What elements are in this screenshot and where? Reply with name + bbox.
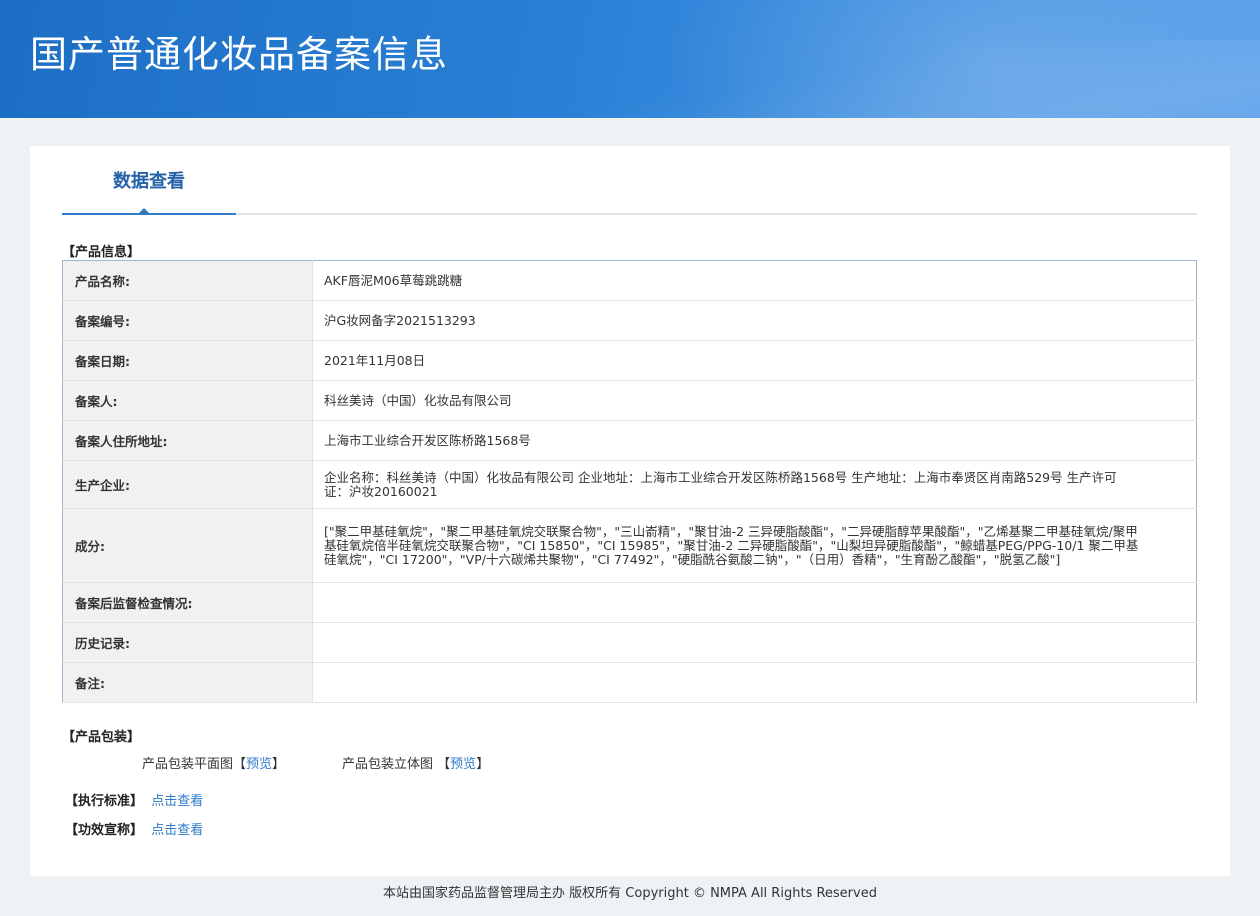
preview-flat-link[interactable]: 预览: [246, 757, 272, 772]
table-row: 备案编号: 沪G妆网备字2021513293: [62, 300, 1197, 341]
efficacy-link[interactable]: 点击查看: [151, 823, 203, 838]
section-title-packaging: 【产品包装】: [62, 730, 141, 745]
bracket-open: 【: [437, 757, 451, 772]
table-row: 备注:: [62, 662, 1197, 703]
row-value: 企业名称：科丝美诗（中国）化妆品有限公司 企业地址：上海市工业综合开发区陈桥路1…: [312, 460, 1197, 509]
table-row: 备案人: 科丝美诗（中国）化妆品有限公司: [62, 380, 1197, 421]
tab-data-view[interactable]: 数据查看: [62, 146, 236, 215]
section-title-product-info: 【产品信息】: [62, 245, 141, 260]
table-row: 成分: ["聚二甲基硅氧烷"，"聚二甲基硅氧烷交联聚合物"，"三山嵛精"，"聚甘…: [62, 508, 1197, 583]
table-row: 备案后监督检查情况:: [62, 582, 1197, 623]
row-label: 备案编号:: [62, 300, 313, 341]
row-value: 2021年11月08日: [312, 340, 1197, 381]
table-row: 备案人住所地址: 上海市工业综合开发区陈桥路1568号: [62, 420, 1197, 461]
row-label: 生产企业:: [62, 460, 313, 509]
row-value: [312, 662, 1197, 703]
packaging-flat-label: 产品包装平面图: [142, 757, 234, 772]
row-label: 成分:: [62, 508, 313, 583]
row-value: 科丝美诗（中国）化妆品有限公司: [312, 380, 1197, 421]
bracket-close: 】: [476, 757, 490, 772]
page-title: 国产普通化妆品备案信息: [30, 33, 448, 76]
efficacy-label: 【功效宣称】: [65, 823, 144, 838]
row-label: 备案后监督检查情况:: [62, 582, 313, 623]
row-value: 沪G妆网备字2021513293: [312, 300, 1197, 341]
footer-copyright: 本站由国家药品监督管理局主办 版权所有 Copyright © NMPA All…: [383, 886, 877, 901]
header-banner: 国产普通化妆品备案信息: [0, 0, 1260, 118]
row-label: 备注:: [62, 662, 313, 703]
bracket-open: 【: [233, 757, 247, 772]
row-label: 备案人:: [62, 380, 313, 421]
product-info-table: 产品名称: AKF唇泥M06草莓跳跳糖 备案编号: 沪G妆网备字20215132…: [62, 260, 1197, 703]
row-value: ["聚二甲基硅氧烷"，"聚二甲基硅氧烷交联聚合物"，"三山嵛精"，"聚甘油-2 …: [312, 508, 1197, 583]
row-label: 产品名称:: [62, 260, 313, 301]
row-label: 备案日期:: [62, 340, 313, 381]
table-row: 备案日期: 2021年11月08日: [62, 340, 1197, 381]
packaging-flat: 产品包装平面图【预览】: [142, 753, 285, 772]
row-value: [312, 582, 1197, 623]
efficacy-row: 【功效宣称】 点击查看: [65, 819, 203, 838]
standard-row: 【执行标准】 点击查看: [65, 790, 203, 809]
row-label: 备案人住所地址:: [62, 420, 313, 461]
row-label: 历史记录:: [62, 622, 313, 663]
table-row: 产品名称: AKF唇泥M06草莓跳跳糖: [62, 260, 1197, 301]
banner-decoration-wave: [380, 40, 1260, 118]
packaging-stereo: 产品包装立体图 【预览】: [342, 753, 489, 772]
packaging-stereo-label: 产品包装立体图: [342, 757, 434, 772]
tab-active-caret-icon: [138, 208, 150, 214]
row-value: AKF唇泥M06草莓跳跳糖: [312, 260, 1197, 301]
table-row: 历史记录:: [62, 622, 1197, 663]
row-value: 上海市工业综合开发区陈桥路1568号: [312, 420, 1197, 461]
tab-bar: 数据查看: [62, 146, 1197, 215]
preview-stereo-link[interactable]: 预览: [450, 757, 476, 772]
bracket-close: 】: [272, 757, 286, 772]
tab-label: 数据查看: [113, 170, 185, 192]
table-row: 生产企业: 企业名称：科丝美诗（中国）化妆品有限公司 企业地址：上海市工业综合开…: [62, 460, 1197, 509]
standard-label: 【执行标准】: [65, 794, 144, 809]
standard-link[interactable]: 点击查看: [151, 794, 203, 809]
main-panel: 数据查看 【产品信息】 产品名称: AKF唇泥M06草莓跳跳糖 备案编号: 沪G…: [30, 146, 1230, 876]
row-value: [312, 622, 1197, 663]
